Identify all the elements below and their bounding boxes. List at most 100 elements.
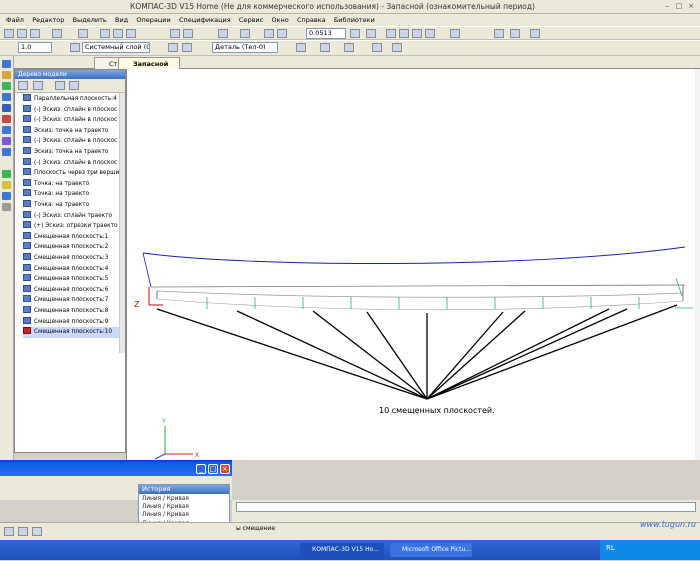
tree-item[interactable]: (-) Эскиз: сплайн в плоскос [23, 104, 119, 116]
tree-item[interactable]: Эскиз: точка на траекто [23, 125, 119, 137]
redo-icon[interactable] [183, 29, 193, 38]
tree-item[interactable]: (+) Эскиз: отрезки траекто [23, 221, 119, 232]
menu-select[interactable]: Выделить [73, 14, 107, 26]
print-icon[interactable] [52, 29, 62, 38]
menu-edit[interactable]: Редактор [32, 14, 64, 26]
save-icon[interactable] [30, 29, 40, 38]
tree-item[interactable]: (-) Эскиз: сплайн в плоскос [23, 115, 119, 126]
zoom-in-icon[interactable] [264, 29, 274, 38]
shaded-edges-icon[interactable] [425, 29, 435, 38]
tree-item[interactable]: Смещенная плоскость:10 [23, 327, 119, 338]
edit-icon[interactable] [2, 71, 11, 79]
filter-icon[interactable] [494, 29, 504, 38]
view-icon[interactable] [2, 192, 11, 200]
menu-specification[interactable]: Спецификация [179, 14, 231, 26]
arrays-icon[interactable] [2, 82, 11, 90]
menu-operations[interactable]: Операции [136, 14, 170, 26]
sketch-icon[interactable] [2, 170, 11, 178]
panel-minimize-icon[interactable]: _ [196, 464, 206, 474]
tree-item[interactable]: Точка: на траекто [23, 178, 119, 190]
color-icon[interactable] [296, 43, 306, 52]
undo-icon[interactable] [170, 29, 180, 38]
detail-select[interactable]: Деталь (Тел-0) [212, 42, 278, 53]
menu-file[interactable]: Файл [6, 14, 24, 26]
tree-item[interactable]: Точка: на траекто [23, 200, 119, 211]
hatch-icon[interactable] [344, 43, 354, 52]
tree-item[interactable]: Смещенная плоскость:2 [23, 242, 119, 253]
task-office-picture[interactable]: Microsoft Office Pictu... [390, 543, 472, 557]
layer-select[interactable]: Системный слой (0) [82, 42, 150, 53]
shaded-icon[interactable] [412, 29, 422, 38]
aux-geometry-icon[interactable] [2, 93, 11, 101]
status-icon-2[interactable] [18, 527, 28, 536]
maximize-icon[interactable]: □ [674, 2, 684, 11]
tree-item[interactable]: Смещенная плоскость:5 [23, 274, 119, 285]
tree-collapse-icon[interactable] [69, 81, 79, 90]
wireframe-icon[interactable] [386, 29, 396, 38]
tree-item[interactable]: (-) Эскиз: сплайн траекто [23, 210, 119, 222]
snap-icon[interactable] [372, 43, 382, 52]
reports-icon[interactable] [2, 148, 11, 156]
tree-filter-icon[interactable] [168, 43, 178, 52]
tree-sort-icon[interactable] [18, 81, 28, 90]
library-icon[interactable] [510, 29, 520, 38]
menu-view[interactable]: Вид [115, 14, 128, 26]
tree-item[interactable]: Смещенная плоскость:7 [23, 295, 119, 306]
menu-help[interactable]: Справка [297, 14, 326, 26]
line-width-select[interactable]: 1.0 [18, 42, 52, 53]
cut-icon[interactable] [100, 29, 110, 38]
manager-icon[interactable] [530, 29, 540, 38]
tree-item[interactable]: Смещенная плоскость:4 [23, 263, 119, 275]
tree-item[interactable]: Эскиз: точка на траекто [23, 147, 119, 158]
tree-item[interactable]: Параллельная плоскость:4 [23, 94, 119, 105]
menu-service[interactable]: Сервис [239, 14, 263, 26]
grid-icon[interactable] [392, 43, 402, 52]
tree-scrollbar[interactable] [119, 93, 125, 353]
tree-item[interactable]: Точка: на траекто [23, 189, 119, 200]
command-input[interactable] [236, 502, 696, 512]
zoom-field[interactable]: 0.0513 [306, 28, 346, 39]
perspective-icon[interactable] [450, 29, 460, 38]
new-icon[interactable] [4, 29, 14, 38]
panel-close-icon[interactable]: × [220, 464, 230, 474]
tree-item[interactable]: Смещенная плоскость:1 [23, 231, 119, 243]
tree-view-icon[interactable] [33, 81, 43, 90]
dimension-icon[interactable] [2, 181, 11, 189]
tree-item[interactable]: (-) Эскиз: сплайн в плоскос [23, 157, 119, 169]
help-icon[interactable] [240, 29, 250, 38]
tree-expand-icon[interactable] [55, 81, 65, 90]
paste-icon[interactable] [126, 29, 136, 38]
measure-icon[interactable] [2, 126, 11, 134]
status-icon-3[interactable] [32, 527, 42, 536]
canvas-scrollbar[interactable] [695, 69, 700, 460]
hidden-lines-icon[interactable] [399, 29, 409, 38]
misc-icon[interactable] [2, 203, 11, 211]
visibility-icon[interactable] [182, 43, 192, 52]
copy-icon[interactable] [113, 29, 123, 38]
model-canvas[interactable]: Z Y X 10 смещенных плоскостей. [126, 69, 700, 460]
spec-icon[interactable] [2, 137, 11, 145]
tree-item[interactable]: Смещенная плоскость:6 [23, 284, 119, 296]
rotate-icon[interactable] [350, 29, 360, 38]
language-indicator[interactable]: RL [606, 544, 615, 552]
task-kompas[interactable]: КОМПАС-3D V15 Ho... [300, 543, 384, 557]
menu-window[interactable]: Окно [271, 14, 288, 26]
tree-item[interactable]: Смещенная плоскость:8 [23, 306, 119, 317]
diagnostics-icon[interactable] [2, 115, 11, 123]
tree-item[interactable]: (-) Эскиз: сплайн в плоскос [23, 136, 119, 147]
tree-item[interactable]: Смещенная плоскость:3 [23, 253, 119, 264]
menu-libraries[interactable]: Библиотеки [334, 14, 375, 26]
orientation-icon[interactable] [366, 29, 376, 38]
tree-item[interactable]: Плоскость через три верши [23, 168, 119, 179]
tab-zapasnoy[interactable]: Запасной [118, 57, 180, 69]
properties-icon[interactable] [218, 29, 228, 38]
geometry-icon[interactable] [2, 60, 11, 68]
style-icon[interactable] [320, 43, 330, 52]
surfaces-icon[interactable] [2, 104, 11, 112]
panel-maximize-icon[interactable]: □ [208, 464, 218, 474]
tree-item[interactable]: Смещенная плоскость:9 [23, 316, 119, 328]
open-icon[interactable] [17, 29, 27, 38]
minimize-icon[interactable]: – [662, 2, 672, 11]
status-icon-1[interactable] [4, 527, 14, 536]
preview-icon[interactable] [78, 29, 88, 38]
